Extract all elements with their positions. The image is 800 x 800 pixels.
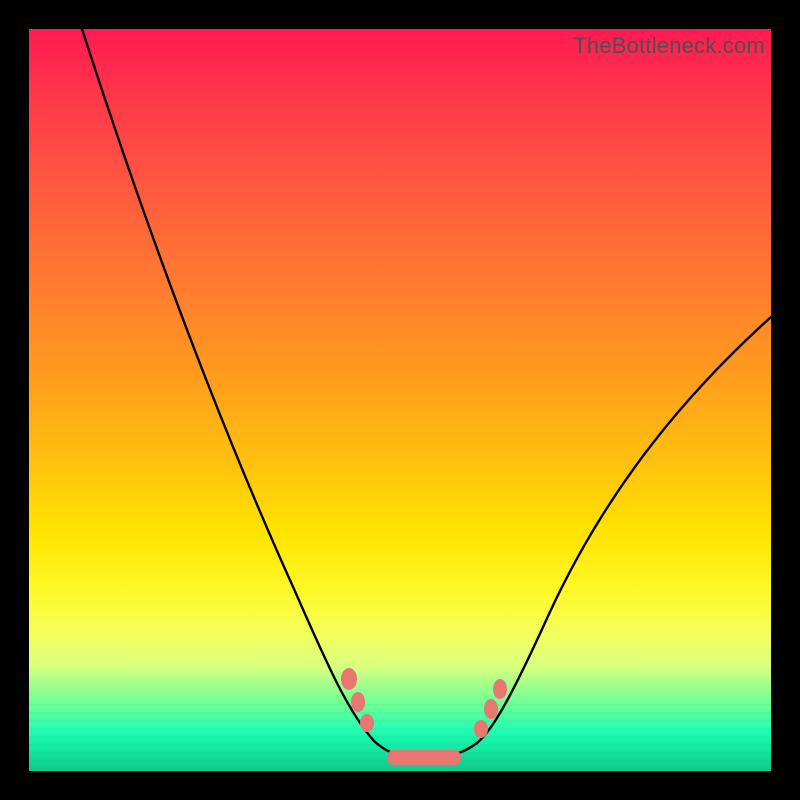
outer-frame: TheBottleneck.com <box>0 0 800 800</box>
curve-right-branch <box>477 317 771 743</box>
chart-svg <box>29 29 771 771</box>
plot-area: TheBottleneck.com <box>29 29 771 771</box>
trough-marker <box>387 750 461 765</box>
curve-left-branch <box>82 29 374 741</box>
